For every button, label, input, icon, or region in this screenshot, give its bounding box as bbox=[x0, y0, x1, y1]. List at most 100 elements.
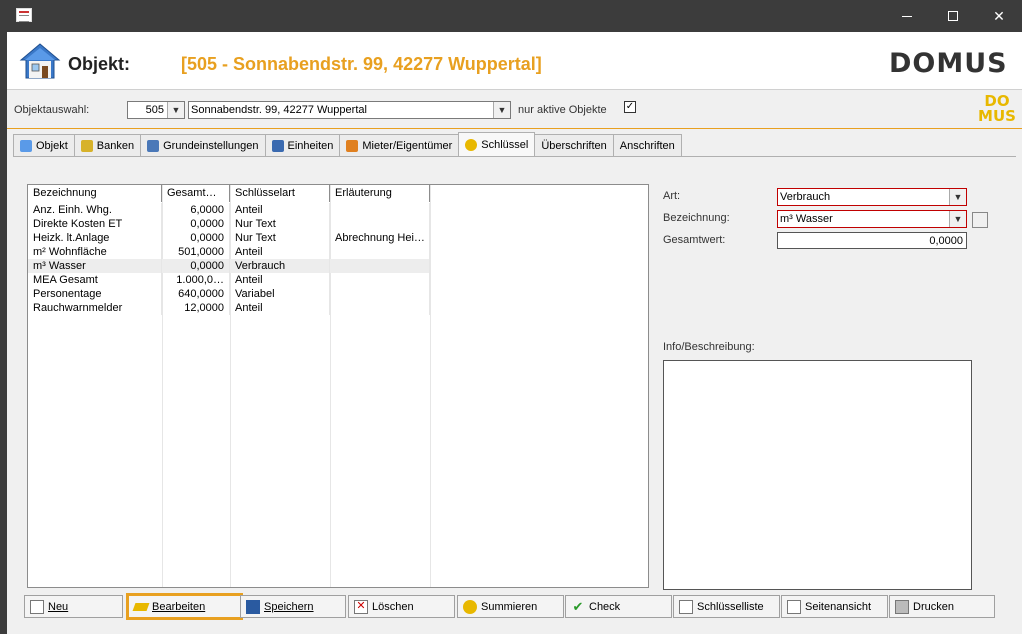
bezeichnung-value: m³ Wasser bbox=[780, 213, 833, 225]
check-button[interactable]: ✔ Check bbox=[565, 595, 672, 618]
bearbeiten-button[interactable]: Bearbeiten bbox=[126, 593, 243, 620]
drucken-button[interactable]: Drucken bbox=[889, 595, 995, 618]
minimize-icon bbox=[902, 15, 912, 17]
tab-objekt[interactable]: Objekt bbox=[13, 134, 75, 156]
domus-small-logo-line2: MUS bbox=[978, 107, 1016, 125]
summieren-button[interactable]: Summieren bbox=[457, 595, 564, 618]
bezeichnung-extra-button[interactable] bbox=[972, 212, 988, 228]
chevron-down-icon[interactable]: ▼ bbox=[167, 102, 184, 118]
tab-banken[interactable]: Banken bbox=[73, 134, 142, 156]
art-select[interactable]: Verbrauch ▼ bbox=[777, 188, 967, 206]
house-icon bbox=[20, 139, 32, 152]
table-row[interactable]: Direkte Kosten ET 0,0000 Nur Text bbox=[28, 217, 430, 231]
cell-schluesselart: Anteil bbox=[230, 245, 330, 259]
tab-mieter-eigentuemer[interactable]: Mieter/Eigentümer bbox=[339, 134, 460, 156]
table-row[interactable]: MEA Gesamt 1.000,0… Anteil bbox=[28, 273, 430, 287]
gesamtwert-value: 0,0000 bbox=[929, 235, 963, 247]
chevron-down-icon[interactable]: ▼ bbox=[493, 102, 510, 118]
table-row[interactable]: Heizk. lt.Anlage 0,0000 Nur Text Abrechnung… bbox=[28, 231, 430, 245]
people-icon bbox=[346, 139, 359, 152]
cell-bezeichnung: Rauchwarnmelder bbox=[28, 301, 162, 315]
object-address-select[interactable]: Sonnabendstr. 99, 42277 Wuppertal ▼ bbox=[188, 101, 511, 119]
bearbeiten-label: Bearbeiten bbox=[152, 600, 206, 613]
table-row[interactable]: m² Wohnfläche 501,0000 Anteil bbox=[28, 245, 430, 259]
column-header-erlaeuterung[interactable]: Erläuterung bbox=[330, 185, 430, 202]
tab-label: Mieter/Eigentümer bbox=[362, 139, 453, 152]
tab-ueberschriften[interactable]: Überschriften bbox=[534, 134, 614, 156]
window-titlebar: ✕ bbox=[0, 0, 1022, 32]
cell-erlaeuterung bbox=[330, 287, 430, 301]
tab-bar: Objekt Banken Grundeinstellungen Einheit… bbox=[13, 132, 682, 156]
table-row-selected[interactable]: m³ Wasser 0,0000 Verbrauch bbox=[28, 259, 430, 273]
loeschen-button[interactable]: ✕ Löschen bbox=[348, 595, 455, 618]
main-window: Objekt: [505 - Sonnabendstr. 99, 42277 W… bbox=[7, 32, 1022, 634]
cell-gesamt: 0,0000 bbox=[162, 217, 230, 231]
gesamtwert-label: Gesamtwert: bbox=[663, 234, 726, 246]
close-button[interactable]: ✕ bbox=[976, 0, 1022, 32]
object-address-value: Sonnabendstr. 99, 42277 Wuppertal bbox=[191, 104, 367, 116]
objekt-label: Objekt: bbox=[68, 54, 131, 74]
cell-erlaeuterung: Abrechnung Hei… bbox=[330, 231, 430, 245]
tab-einheiten[interactable]: Einheiten bbox=[264, 134, 341, 156]
cell-schluesselart: Nur Text bbox=[230, 231, 330, 245]
neu-button[interactable]: Neu bbox=[24, 595, 123, 618]
cell-gesamt: 0,0000 bbox=[162, 231, 230, 245]
speichern-label: Speichern bbox=[264, 600, 314, 613]
schluesselliste-label: Schlüsselliste bbox=[697, 600, 764, 613]
tab-label: Banken bbox=[96, 139, 135, 152]
info-label: Info/Beschreibung: bbox=[663, 341, 755, 353]
table-body: Anz. Einh. Whg. 6,0000 Anteil Direkte Kost… bbox=[28, 203, 430, 315]
bezeichnung-label: Bezeichnung: bbox=[663, 212, 730, 224]
cell-bezeichnung: Personentage bbox=[28, 287, 162, 301]
cell-erlaeuterung bbox=[330, 259, 430, 273]
gesamtwert-field[interactable]: 0,0000 bbox=[777, 232, 967, 249]
tab-label: Schlüssel bbox=[481, 138, 529, 151]
cell-schluesselart: Nur Text bbox=[230, 217, 330, 231]
save-icon bbox=[246, 599, 260, 614]
chevron-down-icon[interactable]: ▼ bbox=[949, 211, 966, 227]
tab-anschriften[interactable]: Anschriften bbox=[612, 134, 682, 156]
cell-gesamt: 1.000,0… bbox=[162, 273, 230, 287]
cell-gesamt: 6,0000 bbox=[162, 203, 230, 217]
cell-schluesselart: Verbrauch bbox=[230, 259, 330, 273]
loeschen-label: Löschen bbox=[372, 600, 414, 613]
tab-label: Überschriften bbox=[541, 139, 607, 152]
table-row[interactable]: Anz. Einh. Whg. 6,0000 Anteil bbox=[28, 203, 430, 217]
speichern-button[interactable]: Speichern bbox=[240, 595, 346, 618]
header: Objekt: [505 - Sonnabendstr. 99, 42277 W… bbox=[7, 32, 1022, 90]
bank-icon bbox=[80, 139, 93, 152]
aktive-objekte-checkbox[interactable]: ✓ bbox=[624, 101, 636, 113]
info-textarea[interactable] bbox=[663, 360, 972, 590]
tab-schluessel[interactable]: Schlüssel bbox=[458, 132, 536, 156]
cell-schluesselart: Anteil bbox=[230, 203, 330, 217]
cell-schluesselart: Variabel bbox=[230, 287, 330, 301]
maximize-button[interactable] bbox=[930, 0, 976, 32]
page-title: [505 - Sonnabendstr. 99, 42277 Wuppertal… bbox=[181, 54, 542, 74]
minimize-button[interactable] bbox=[884, 0, 930, 32]
cell-bezeichnung: m³ Wasser bbox=[28, 259, 162, 273]
table-header: Bezeichnung Gesamt… Schlüsselart Erläute… bbox=[28, 185, 430, 202]
table-row[interactable]: Personentage 640,0000 Variabel bbox=[28, 287, 430, 301]
object-selector-row: Objektauswahl: 505 ▼ Sonnabendstr. 99, 4… bbox=[7, 91, 1022, 129]
cell-gesamt: 640,0000 bbox=[162, 287, 230, 301]
cell-bezeichnung: Anz. Einh. Whg. bbox=[28, 203, 162, 217]
settings-icon bbox=[147, 139, 160, 152]
column-header-gesamt[interactable]: Gesamt… bbox=[162, 185, 230, 202]
check-label: Check bbox=[589, 600, 621, 613]
object-number-select[interactable]: 505 ▼ bbox=[127, 101, 185, 119]
aktive-objekte-label: nur aktive Objekte bbox=[518, 104, 607, 116]
column-header-bezeichnung[interactable]: Bezeichnung bbox=[28, 185, 162, 202]
column-header-schluesselart[interactable]: Schlüsselart bbox=[230, 185, 330, 202]
tab-grundeinstellungen[interactable]: Grundeinstellungen bbox=[140, 134, 266, 156]
seitenansicht-label: Seitenansicht bbox=[805, 600, 872, 613]
cell-bezeichnung: MEA Gesamt bbox=[28, 273, 162, 287]
schluesselliste-button[interactable]: Schlüsselliste bbox=[673, 595, 780, 618]
delete-icon: ✕ bbox=[354, 599, 368, 614]
keys-table[interactable]: Bezeichnung Gesamt… Schlüsselart Erläute… bbox=[27, 184, 649, 588]
table-row[interactable]: Rauchwarnmelder 12,0000 Anteil bbox=[28, 301, 430, 315]
chevron-down-icon[interactable]: ▼ bbox=[949, 189, 966, 205]
bezeichnung-select[interactable]: m³ Wasser ▼ bbox=[777, 210, 967, 228]
cell-erlaeuterung bbox=[330, 217, 430, 231]
seitenansicht-button[interactable]: Seitenansicht bbox=[781, 595, 888, 618]
maximize-icon bbox=[948, 11, 958, 21]
